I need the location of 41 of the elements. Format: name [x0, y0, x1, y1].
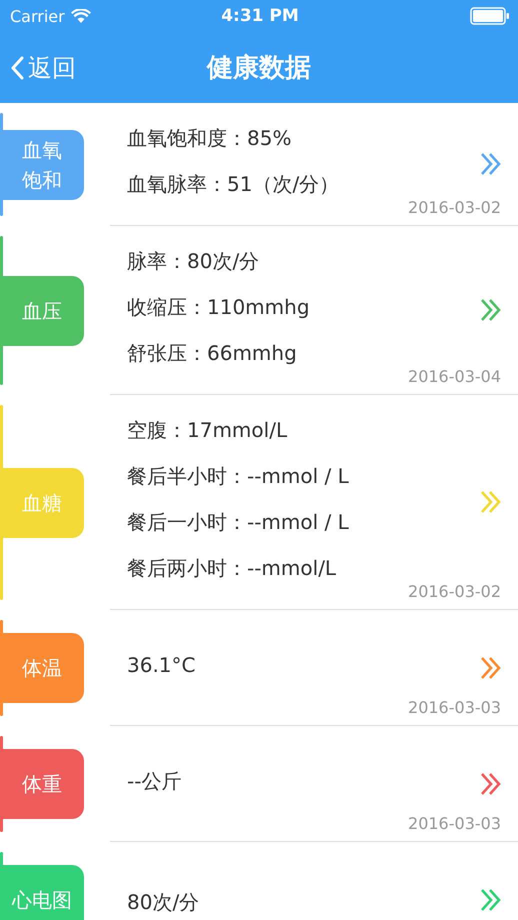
status-time: 4:31 PM — [221, 6, 299, 26]
record-row[interactable]: 血糖 空腹：17mmol/L 餐后半小时：--mmol / L 餐后一小时：--mmol / L 餐后两小时：--mmol/L 2016-03-02 — [0, 395, 518, 610]
back-chevron-icon — [10, 56, 24, 80]
record-row[interactable]: 血氧 饱和 血氧饱和度：85% 血氧脉率：51（次/分） 2016-03-02 — [0, 103, 518, 226]
record-date: 2016-03-03 — [408, 815, 501, 833]
reading-text: 餐后两小时：--mmol/L — [127, 555, 336, 582]
reading-text: 血氧脉率：51（次/分） — [127, 171, 340, 198]
reading-text: 血氧饱和度：85% — [127, 125, 292, 152]
record-row[interactable]: 心电图 80次/分 — [0, 842, 518, 920]
double-chevron-icon — [480, 888, 502, 912]
record-date: 2016-03-02 — [408, 199, 501, 217]
reading-text: 脉率：80次/分 — [127, 248, 260, 275]
reading-text: 餐后半小时：--mmol / L — [127, 463, 349, 490]
battery-icon — [470, 7, 510, 25]
category-tag: 心电图 — [0, 865, 84, 920]
category-tag: 体温 — [0, 633, 84, 703]
category-tag: 体重 — [0, 749, 84, 819]
reading-text: 80次/分 — [127, 888, 200, 916]
reading-text: --公斤 — [127, 768, 182, 794]
double-chevron-icon — [480, 656, 502, 680]
category-tag: 血氧 饱和 — [0, 130, 84, 200]
reading-text: 舒张压：66mmhg — [127, 340, 297, 367]
category-tag: 血压 — [0, 276, 84, 346]
record-date: 2016-03-02 — [408, 583, 501, 601]
wifi-icon — [70, 8, 91, 24]
record-date: 2016-03-04 — [408, 368, 501, 386]
carrier-label: Carrier — [10, 6, 65, 26]
record-row[interactable]: 体温 36.1°C 2016-03-03 — [0, 610, 518, 726]
category-tag: 血糖 — [0, 468, 84, 538]
reading-text: 36.1°C — [127, 652, 196, 678]
double-chevron-icon — [480, 490, 502, 514]
reading-text: 空腹：17mmol/L — [127, 417, 288, 444]
double-chevron-icon — [480, 298, 502, 322]
reading-text: 收缩压：110mmhg — [127, 294, 310, 321]
record-row[interactable]: 体重 --公斤 2016-03-03 — [0, 726, 518, 842]
double-chevron-icon — [480, 772, 502, 796]
page-title: 健康数据 — [207, 52, 311, 85]
double-chevron-icon — [480, 152, 502, 176]
reading-text: 餐后一小时：--mmol / L — [127, 509, 349, 536]
record-date: 2016-03-03 — [408, 699, 501, 717]
record-row[interactable]: 血压 脉率：80次/分 收缩压：110mmhg 舒张压：66mmhg 2016-03-04 — [0, 226, 518, 395]
